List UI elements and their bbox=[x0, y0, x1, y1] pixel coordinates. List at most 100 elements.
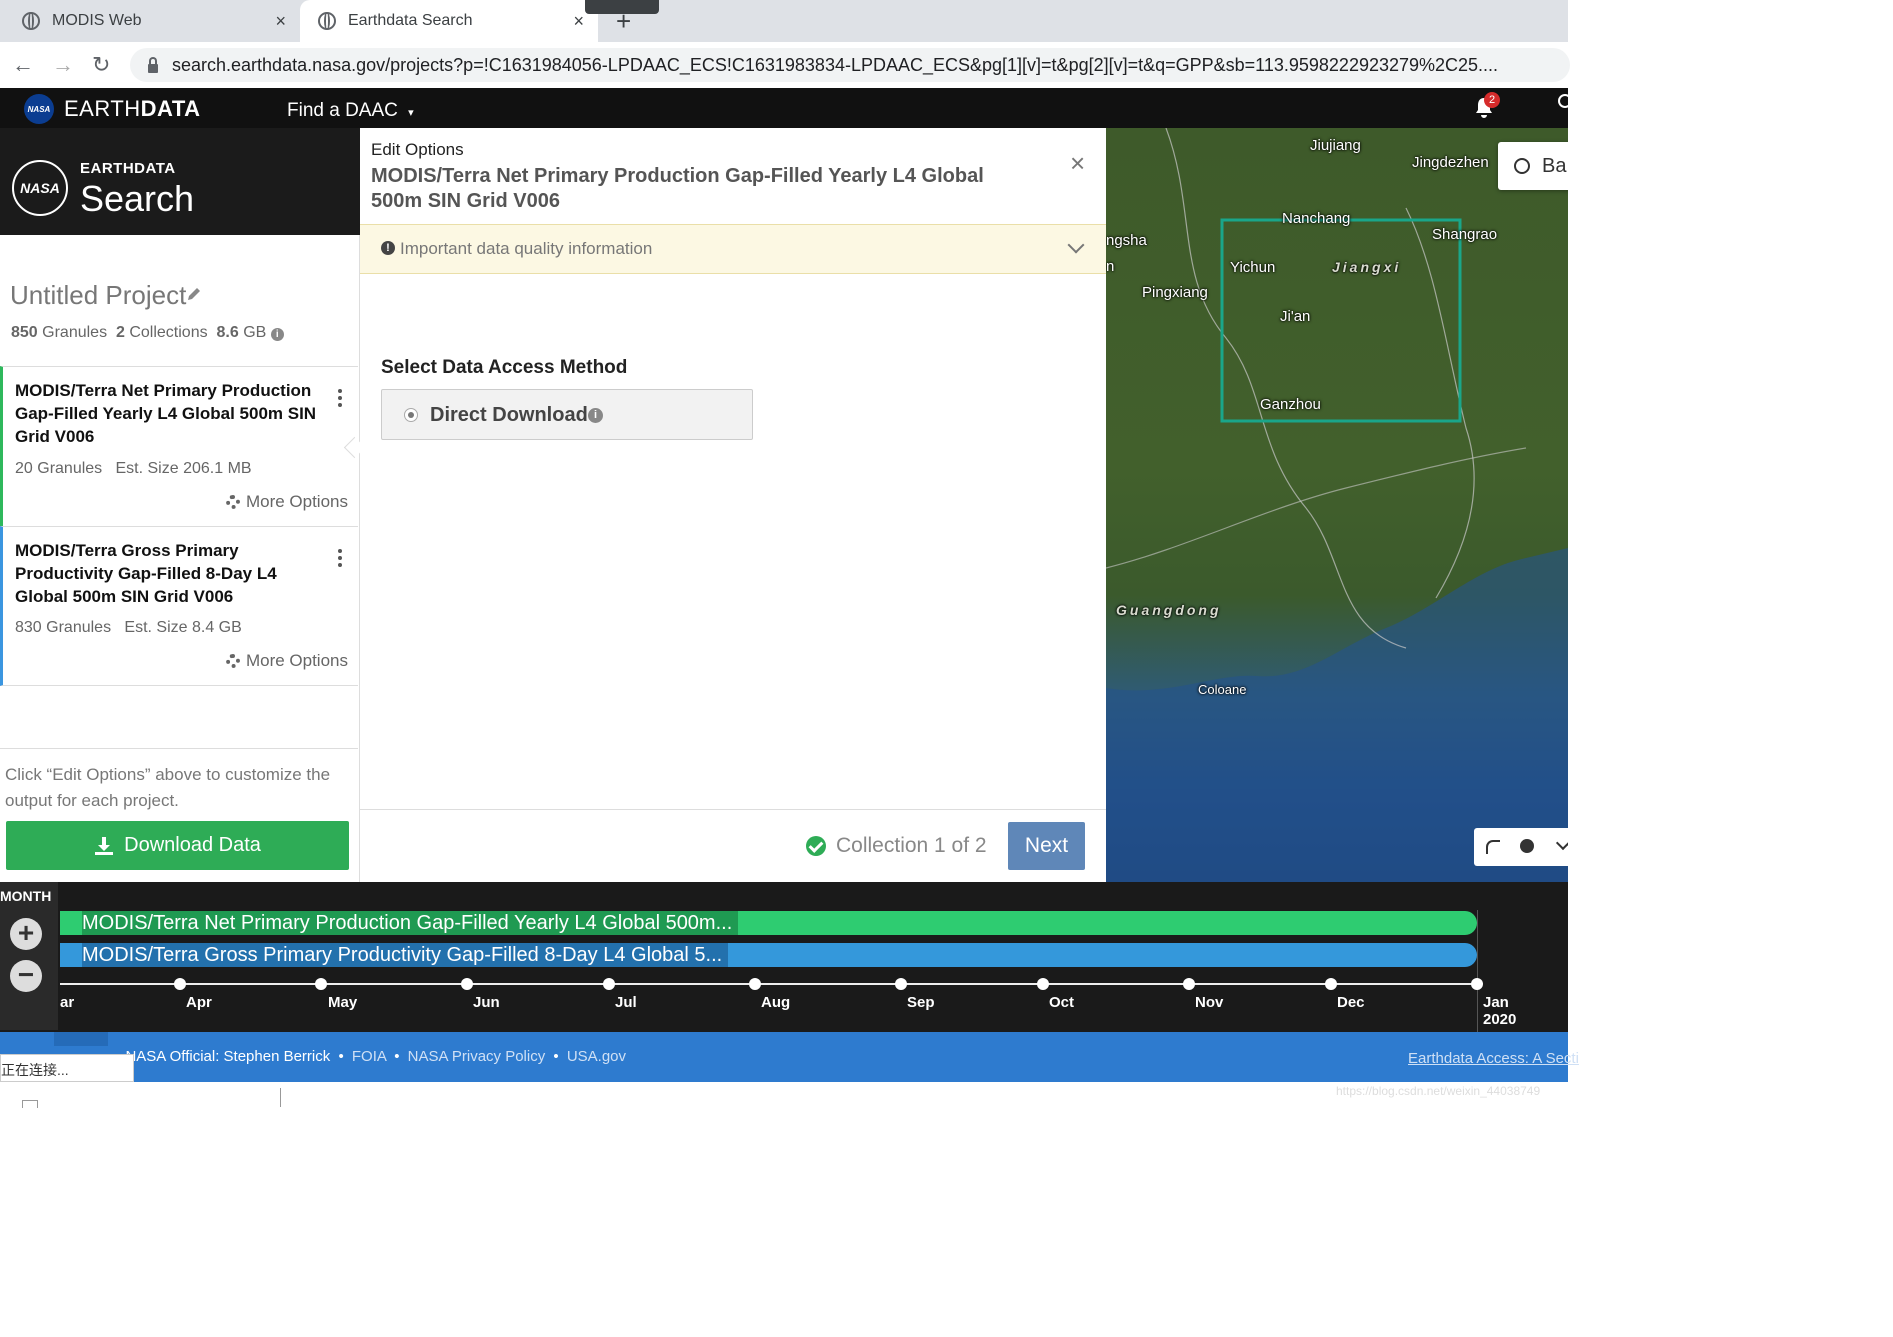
sidebar-header: NASA EARTHDATA Search bbox=[0, 128, 360, 235]
timeline-zoom-panel: MONTH + − bbox=[0, 882, 58, 1030]
connecting-status: 正在连接... bbox=[1, 1062, 69, 1078]
bullet: • bbox=[338, 1048, 344, 1065]
collection-meta: 20 Granules Est. Size 206.1 MB bbox=[15, 460, 252, 477]
back-icon[interactable]: ← bbox=[12, 52, 34, 78]
browser-status-bubble: 正在连接... bbox=[0, 1054, 134, 1082]
nasa-logo-icon[interactable]: NASA bbox=[24, 94, 54, 124]
new-tab-button[interactable]: + bbox=[616, 6, 631, 37]
edit-options-hint: Click “Edit Options” above to customize … bbox=[5, 765, 331, 810]
map-label: Jiangxi bbox=[1332, 259, 1402, 275]
month-label: Jul bbox=[615, 994, 637, 1011]
collections-count: 2 bbox=[115, 324, 125, 341]
close-icon[interactable]: × bbox=[1070, 150, 1085, 176]
brand-bold: DATA bbox=[140, 96, 201, 121]
month-tick bbox=[1471, 978, 1483, 990]
page-icon bbox=[22, 1100, 38, 1108]
tab-earthdata-search[interactable]: Earthdata Search × bbox=[300, 0, 598, 42]
notifications-button[interactable]: 2 bbox=[1472, 92, 1500, 120]
more-options-link[interactable]: More Options bbox=[225, 651, 348, 671]
url-field[interactable]: search.earthdata.nasa.gov/projects?p=!C1… bbox=[130, 48, 1570, 82]
timeline: MONTH + − MODIS/Terra Net Primary Produc… bbox=[0, 882, 1568, 1032]
month-label: Dec bbox=[1337, 994, 1365, 1011]
footer-link-usagov[interactable]: USA.gov bbox=[567, 1048, 626, 1065]
close-tab-icon[interactable]: × bbox=[275, 11, 286, 32]
exclamation-icon: ! bbox=[381, 241, 395, 255]
radio-button[interactable] bbox=[404, 408, 418, 422]
bullet: • bbox=[553, 1048, 559, 1065]
footer-link-foia[interactable]: FOIA bbox=[352, 1048, 386, 1065]
map-view[interactable]: Jiujiang Jingdezhen Nanchang ngsha Shang… bbox=[1106, 128, 1568, 882]
month-label: May bbox=[328, 994, 358, 1011]
find-daac-label: Find a DAAC bbox=[287, 100, 398, 121]
back-to-search-button[interactable]: Ba bbox=[1498, 142, 1568, 190]
footer-link-earthdata-access[interactable]: Earthdata Access: A Secti bbox=[1408, 1050, 1579, 1067]
globe-icon bbox=[22, 12, 40, 30]
access-method-heading: Select Data Access Method bbox=[381, 357, 628, 378]
download-data-button[interactable]: Download Data bbox=[6, 821, 349, 870]
more-actions-icon[interactable] bbox=[338, 389, 342, 410]
forward-icon[interactable]: → bbox=[52, 52, 74, 78]
search-icon[interactable] bbox=[1558, 94, 1572, 108]
more-options-link[interactable]: More Options bbox=[225, 492, 348, 512]
quality-notice-label: Important data quality information bbox=[400, 239, 653, 258]
collection-progress: Collection 1 of 2 bbox=[836, 834, 987, 857]
more-actions-icon[interactable] bbox=[338, 549, 342, 570]
map-label: Shangrao bbox=[1432, 226, 1498, 243]
timeline-bar[interactable]: MODIS/Terra Net Primary Production Gap-F… bbox=[60, 911, 1477, 935]
direct-download-option[interactable]: Direct Download i bbox=[381, 389, 753, 440]
map-label: Ji'an bbox=[1280, 308, 1311, 325]
tab-title: MODIS Web bbox=[52, 12, 142, 29]
chevron-down-icon[interactable] bbox=[1067, 236, 1085, 254]
map-terrain bbox=[1106, 128, 1568, 882]
collection-title[interactable]: MODIS/Terra Net Primary Production Gap-F… bbox=[15, 379, 333, 448]
reload-icon[interactable]: ↻ bbox=[92, 52, 110, 78]
collection-meta: 830 Granules Est. Size 8.4 GB bbox=[15, 619, 242, 636]
globe-icon[interactable] bbox=[1520, 839, 1534, 853]
earthdata-header: NASA EARTHDATA Find a DAAC ▾ 2 bbox=[0, 88, 1572, 128]
close-tab-icon[interactable]: × bbox=[573, 11, 584, 32]
quality-notice[interactable]: ! Important data quality information bbox=[360, 224, 1106, 274]
rotate-icon[interactable] bbox=[1486, 840, 1500, 854]
spatial-bounding-box[interactable] bbox=[1220, 218, 1462, 423]
info-icon[interactable]: i bbox=[270, 328, 284, 341]
month-label: Oct bbox=[1049, 994, 1075, 1011]
address-bar-row: ← → ↻ search.earthdata.nasa.gov/projects… bbox=[0, 42, 1570, 89]
project-collection-item[interactable]: MODIS/Terra Gross Primary Productivity G… bbox=[0, 526, 358, 686]
find-daac-menu[interactable]: Find a DAAC ▾ bbox=[287, 100, 414, 122]
zoom-in-button[interactable]: + bbox=[10, 918, 42, 950]
granules-count: 850 bbox=[11, 324, 38, 341]
zoom-out-button[interactable]: − bbox=[10, 960, 42, 992]
chevron-down-icon[interactable] bbox=[1555, 835, 1568, 851]
arrow-left-circle-icon bbox=[1514, 158, 1530, 174]
map-label: Pingxiang bbox=[1142, 284, 1208, 301]
map-label: Ganzhou bbox=[1260, 396, 1321, 413]
collections-label: Collections bbox=[129, 324, 208, 341]
collection-title[interactable]: MODIS/Terra Gross Primary Productivity G… bbox=[15, 539, 295, 608]
footer-links: • NASA Official: Stephen Berrick • FOIA … bbox=[116, 1048, 626, 1065]
map-label: Coloane bbox=[1198, 682, 1247, 697]
panel-footer-divider bbox=[360, 809, 1106, 810]
info-icon[interactable]: i bbox=[588, 408, 603, 423]
map-label: Jiujiang bbox=[1310, 137, 1361, 154]
nasa-official: NASA Official: Stephen Berrick bbox=[125, 1048, 331, 1065]
gear-icon bbox=[225, 654, 240, 668]
project-title[interactable]: Untitled Project bbox=[10, 280, 186, 311]
bottom-strip: https://blog.csdn.net/weixin_44038749 bbox=[0, 1082, 1568, 1108]
footer-tab bbox=[54, 1032, 108, 1046]
timeline-bar[interactable]: MODIS/Terra Gross Primary Productivity G… bbox=[60, 943, 1477, 967]
project-collection-item[interactable]: MODIS/Terra Net Primary Production Gap-F… bbox=[0, 366, 358, 526]
panel-heading: Edit Options bbox=[371, 140, 464, 159]
size-unit: GB bbox=[243, 324, 267, 341]
notification-badge: 2 bbox=[1484, 92, 1500, 108]
panel-collection-title: MODIS/Terra Net Primary Production Gap-F… bbox=[371, 165, 984, 212]
tab-title: Earthdata Search bbox=[348, 12, 473, 29]
map-label: ngsha bbox=[1106, 232, 1147, 249]
edit-pencil-icon[interactable] bbox=[186, 286, 200, 300]
footer-link-privacy[interactable]: NASA Privacy Policy bbox=[408, 1048, 546, 1065]
next-button[interactable]: Next bbox=[1008, 822, 1085, 870]
browser-tab-bar: MODIS Web × Earthdata Search × + bbox=[0, 0, 1568, 42]
earthdata-brand[interactable]: EARTHDATA bbox=[64, 96, 201, 122]
month-label: Aug bbox=[761, 994, 791, 1011]
tab-modis-web[interactable]: MODIS Web × bbox=[0, 0, 300, 42]
timeline-bar-label: MODIS/Terra Net Primary Production Gap-F… bbox=[82, 911, 739, 935]
